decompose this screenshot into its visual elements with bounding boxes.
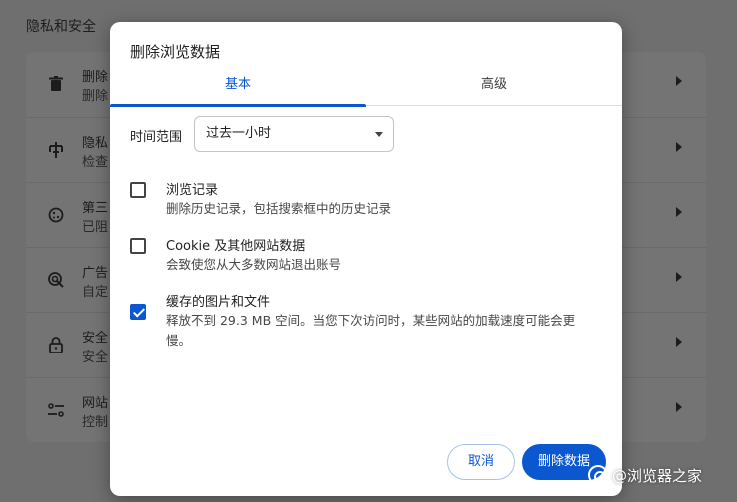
row-title: 第三 [82, 201, 109, 216]
option-description: 删除历史记录，包括搜索框中的历史记录 [166, 201, 392, 216]
option-description: 会致使您从大多数网站退出账号 [166, 257, 342, 272]
option-title: Cookie 及其他网站数据 [166, 239, 306, 254]
tab-advanced[interactable]: 高级 [366, 72, 622, 106]
ad-privacy-icon [46, 270, 66, 290]
row-title: 广告 [82, 266, 109, 281]
row-subtitle: 已阻 [82, 220, 109, 235]
row-subtitle: 删除 [82, 89, 109, 104]
cached-images-checkbox[interactable] [130, 304, 146, 320]
section-title: 隐私和安全 [26, 19, 96, 35]
row-subtitle: 控制 [82, 415, 109, 430]
row-title: 网站 [82, 396, 109, 411]
chevron-right-icon [676, 76, 682, 86]
privacy-guide-icon [46, 140, 66, 160]
lock-icon [46, 335, 66, 355]
cookie-icon [46, 205, 66, 225]
site-settings-icon [46, 400, 66, 420]
row-title: 删除 [82, 70, 109, 85]
row-subtitle: 检查 [82, 155, 109, 170]
clear-browsing-data-dialog: 删除浏览数据 基本 高级 时间范围 过去一小时 浏览记录 删除历史记录，包括搜索… [110, 22, 622, 496]
chevron-right-icon [676, 207, 682, 217]
caret-down-icon [375, 132, 383, 137]
tab-basic[interactable]: 基本 [110, 72, 366, 107]
chevron-right-icon [676, 142, 682, 152]
option-title: 缓存的图片和文件 [166, 295, 271, 310]
active-tab-indicator [110, 104, 366, 107]
row-title: 安全 [82, 331, 109, 346]
option-description: 释放不到 29.3 MB 空间。当您下次访问时，某些网站的加载速度可能会更慢。 [166, 313, 576, 348]
dialog-title: 删除浏览数据 [130, 43, 221, 61]
chevron-right-icon [676, 337, 682, 347]
row-title: 隐私 [82, 136, 109, 151]
chevron-right-icon [676, 402, 682, 412]
watermark-text: @浏览器之家 [612, 466, 703, 485]
watermark: @浏览器之家 [588, 463, 702, 487]
tab-basic-label: 基本 [224, 77, 251, 92]
time-range-select[interactable]: 过去一小时 [194, 116, 394, 152]
time-range-label: 时间范围 [130, 130, 183, 145]
watermark-logo-icon [588, 465, 608, 485]
trash-icon [46, 74, 66, 94]
tab-advanced-label: 高级 [480, 77, 507, 92]
cookies-checkbox[interactable] [130, 238, 146, 254]
browsing-history-checkbox[interactable] [130, 182, 146, 198]
row-subtitle: 安全 [82, 350, 109, 365]
cancel-button[interactable]: 取消 [447, 444, 515, 480]
time-range-value: 过去一小时 [206, 126, 272, 141]
option-title: 浏览记录 [166, 183, 219, 198]
dialog-tabs: 基本 高级 [110, 72, 622, 107]
row-subtitle: 自定 [82, 285, 109, 300]
chevron-right-icon [676, 272, 682, 282]
